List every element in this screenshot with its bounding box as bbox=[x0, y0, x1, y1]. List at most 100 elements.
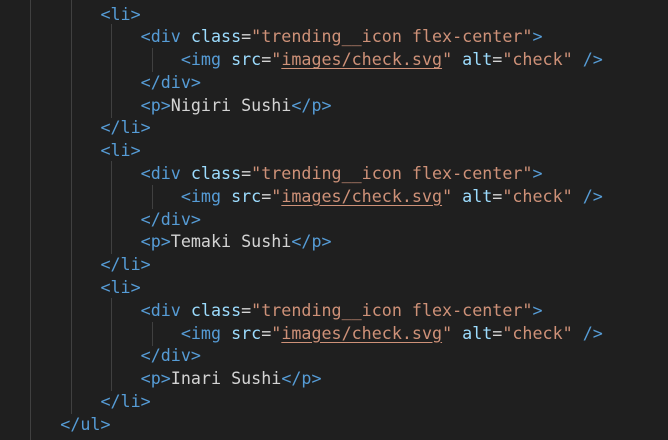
html-tag-token: <li> bbox=[100, 277, 141, 298]
code-line[interactable]: <p>Temaki Sushi</p> bbox=[0, 230, 603, 253]
code-line[interactable]: <img src="images/check.svg" alt="check" … bbox=[0, 322, 603, 345]
html-tag-token: <p> bbox=[140, 231, 171, 252]
text-token: = bbox=[261, 322, 272, 343]
text-token: = bbox=[492, 322, 503, 343]
code-line[interactable]: </div> bbox=[0, 344, 603, 367]
string-token: " bbox=[442, 185, 453, 206]
code-line[interactable]: <div class="trending__icon flex-center"> bbox=[0, 299, 603, 322]
code-line[interactable]: </li> bbox=[0, 390, 603, 413]
html-tag-token: </p> bbox=[281, 368, 322, 389]
text-token: = bbox=[492, 49, 503, 70]
code-line[interactable]: <div class="trending__icon flex-center"> bbox=[0, 162, 603, 185]
string-token: " bbox=[271, 322, 282, 343]
code-line[interactable]: </div> bbox=[0, 208, 603, 231]
html-tag-token: > bbox=[532, 299, 543, 320]
string-token: " bbox=[442, 322, 453, 343]
code-line[interactable]: </div> bbox=[0, 71, 603, 94]
code-lines[interactable]: <li> <div class="trending__icon flex-cen… bbox=[0, 3, 603, 436]
string-token: "check" bbox=[502, 49, 573, 70]
html-tag-token: </div> bbox=[140, 345, 201, 366]
code-line[interactable]: <li> bbox=[0, 276, 603, 299]
string-token: "check" bbox=[502, 322, 573, 343]
attribute-token: alt bbox=[462, 49, 493, 70]
path-link-token[interactable]: images/check.svg bbox=[281, 323, 442, 343]
html-tag-token: </ul> bbox=[60, 413, 111, 434]
html-tag-token: </div> bbox=[140, 71, 201, 92]
attribute-token: src bbox=[231, 185, 262, 206]
path-link-token[interactable]: images/check.svg bbox=[281, 49, 442, 69]
html-tag-token: </li> bbox=[100, 391, 151, 412]
html-tag-token: </li> bbox=[100, 254, 151, 275]
attribute-token: alt bbox=[462, 185, 493, 206]
html-tag-token: </li> bbox=[100, 117, 151, 138]
text-token: = bbox=[492, 185, 503, 206]
html-tag-token: <img bbox=[180, 322, 222, 343]
code-editor[interactable]: <li> <div class="trending__icon flex-cen… bbox=[0, 0, 668, 440]
html-tag-token: </div> bbox=[140, 208, 201, 229]
code-line[interactable]: </li> bbox=[0, 253, 603, 276]
attribute-token: class bbox=[190, 26, 242, 47]
path-link-token[interactable]: images/check.svg bbox=[281, 186, 442, 206]
attribute-token: class bbox=[190, 299, 242, 320]
code-line[interactable]: <li> bbox=[0, 139, 603, 162]
string-token: "check" bbox=[502, 185, 573, 206]
string-token: "trending__icon flex-center" bbox=[251, 26, 533, 47]
code-line[interactable]: <p>Inari Sushi</p> bbox=[0, 367, 603, 390]
html-tag-token: <p> bbox=[140, 94, 171, 115]
html-tag-token: <p> bbox=[140, 368, 171, 389]
code-line[interactable]: </ul> bbox=[0, 413, 603, 436]
html-tag-token: /> bbox=[582, 322, 603, 343]
string-token: "trending__icon flex-center" bbox=[251, 299, 533, 320]
html-tag-token: </p> bbox=[291, 231, 332, 252]
text-token: = bbox=[241, 299, 252, 320]
text-token: = bbox=[241, 26, 252, 47]
code-line[interactable]: <div class="trending__icon flex-center"> bbox=[0, 25, 603, 48]
attribute-token: src bbox=[231, 322, 262, 343]
html-tag-token: > bbox=[532, 26, 543, 47]
html-tag-token: <img bbox=[180, 185, 222, 206]
html-tag-token: <li> bbox=[100, 140, 141, 161]
text-token: = bbox=[261, 185, 272, 206]
code-line[interactable]: <img src="images/check.svg" alt="check" … bbox=[0, 48, 603, 71]
code-line[interactable]: <img src="images/check.svg" alt="check" … bbox=[0, 185, 603, 208]
attribute-token: alt bbox=[462, 322, 493, 343]
html-tag-token: <li> bbox=[100, 3, 141, 24]
code-line[interactable]: </li> bbox=[0, 116, 603, 139]
text-token: Nigiri Sushi bbox=[170, 94, 292, 115]
html-tag-token: /> bbox=[582, 185, 603, 206]
html-tag-token: /> bbox=[582, 49, 603, 70]
attribute-token: class bbox=[190, 163, 242, 184]
string-token: "trending__icon flex-center" bbox=[251, 163, 533, 184]
code-line[interactable]: <li> bbox=[0, 3, 603, 26]
code-line[interactable]: <p>Nigiri Sushi</p> bbox=[0, 94, 603, 117]
attribute-token: src bbox=[231, 49, 262, 70]
text-token: = bbox=[241, 163, 252, 184]
html-tag-token: <div bbox=[140, 299, 181, 320]
